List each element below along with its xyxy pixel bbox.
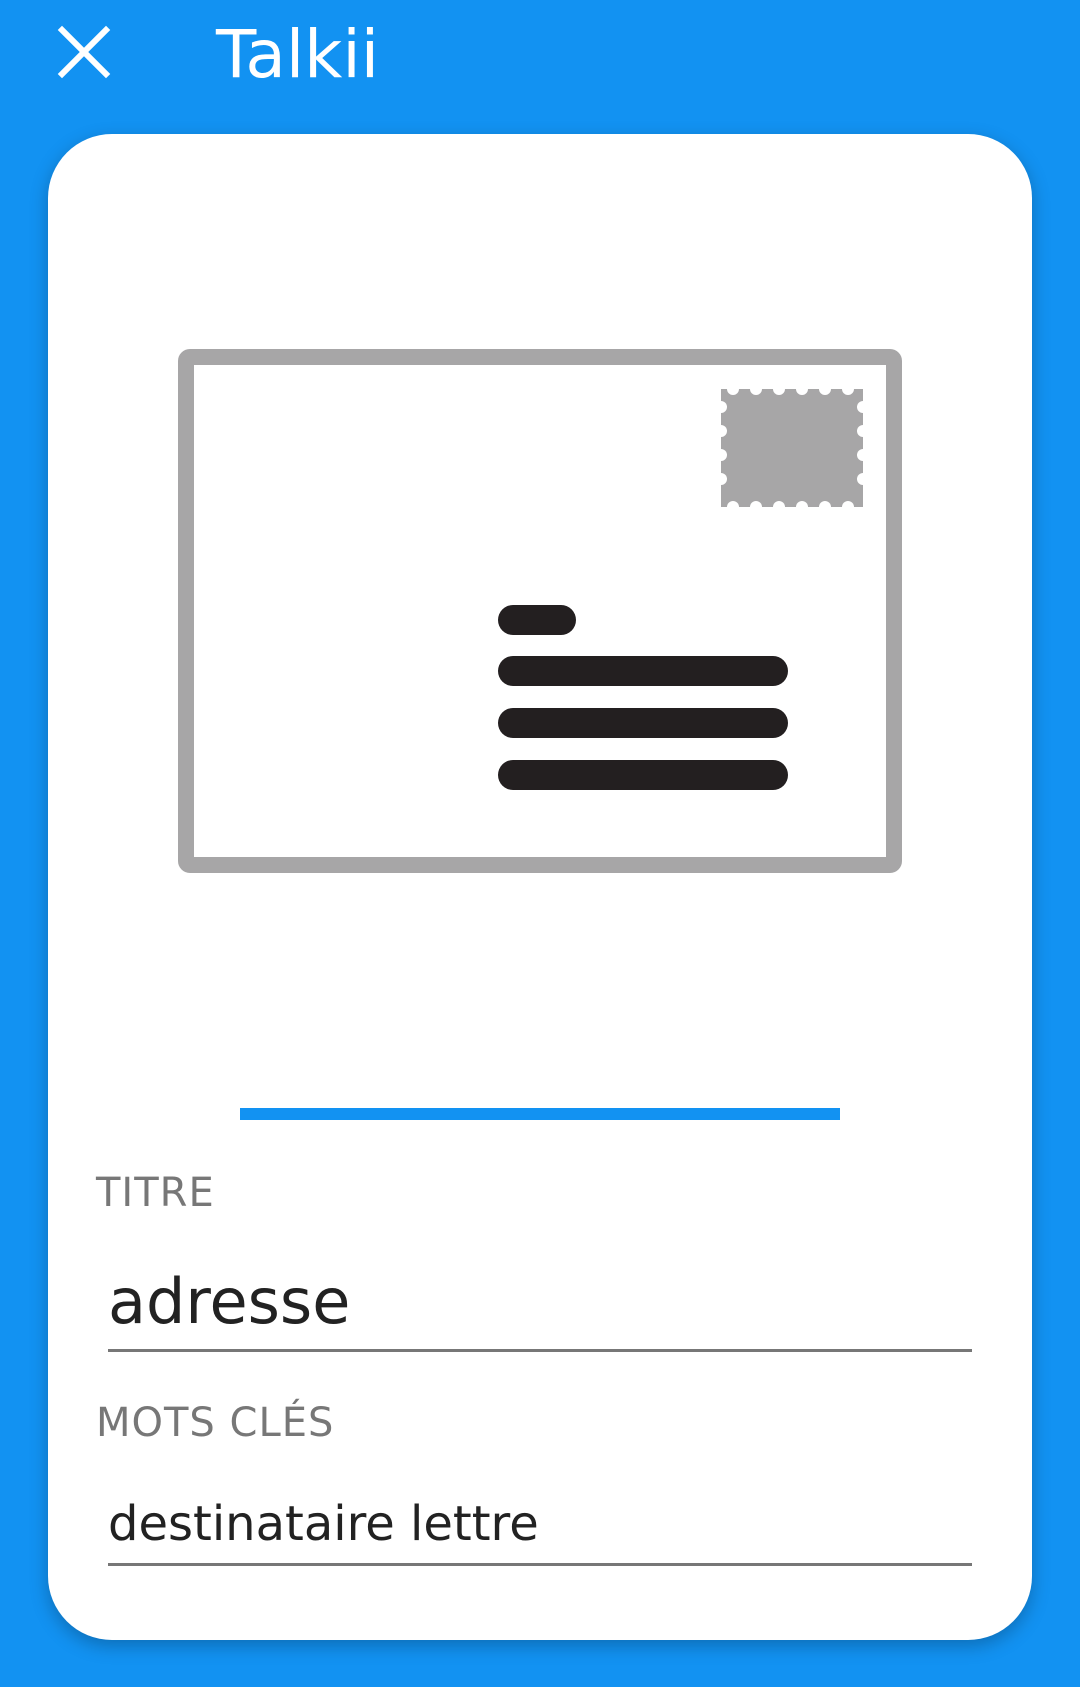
- title-input[interactable]: [108, 1254, 972, 1352]
- keywords-label: MOTS CLÉS: [96, 1400, 335, 1446]
- progress-bar: [240, 1108, 840, 1120]
- app-bar: Talkii: [0, 0, 1080, 120]
- close-button[interactable]: [52, 20, 116, 84]
- envelope-icon: [178, 349, 902, 873]
- close-icon: [57, 25, 111, 79]
- title-label: TITRE: [96, 1170, 215, 1216]
- word-card: TITRE MOTS CLÉS: [48, 134, 1032, 1640]
- stamp-icon: [715, 383, 869, 513]
- progress-fill: [240, 1108, 840, 1120]
- app-title: Talkii: [216, 16, 380, 93]
- keywords-input[interactable]: [108, 1484, 972, 1566]
